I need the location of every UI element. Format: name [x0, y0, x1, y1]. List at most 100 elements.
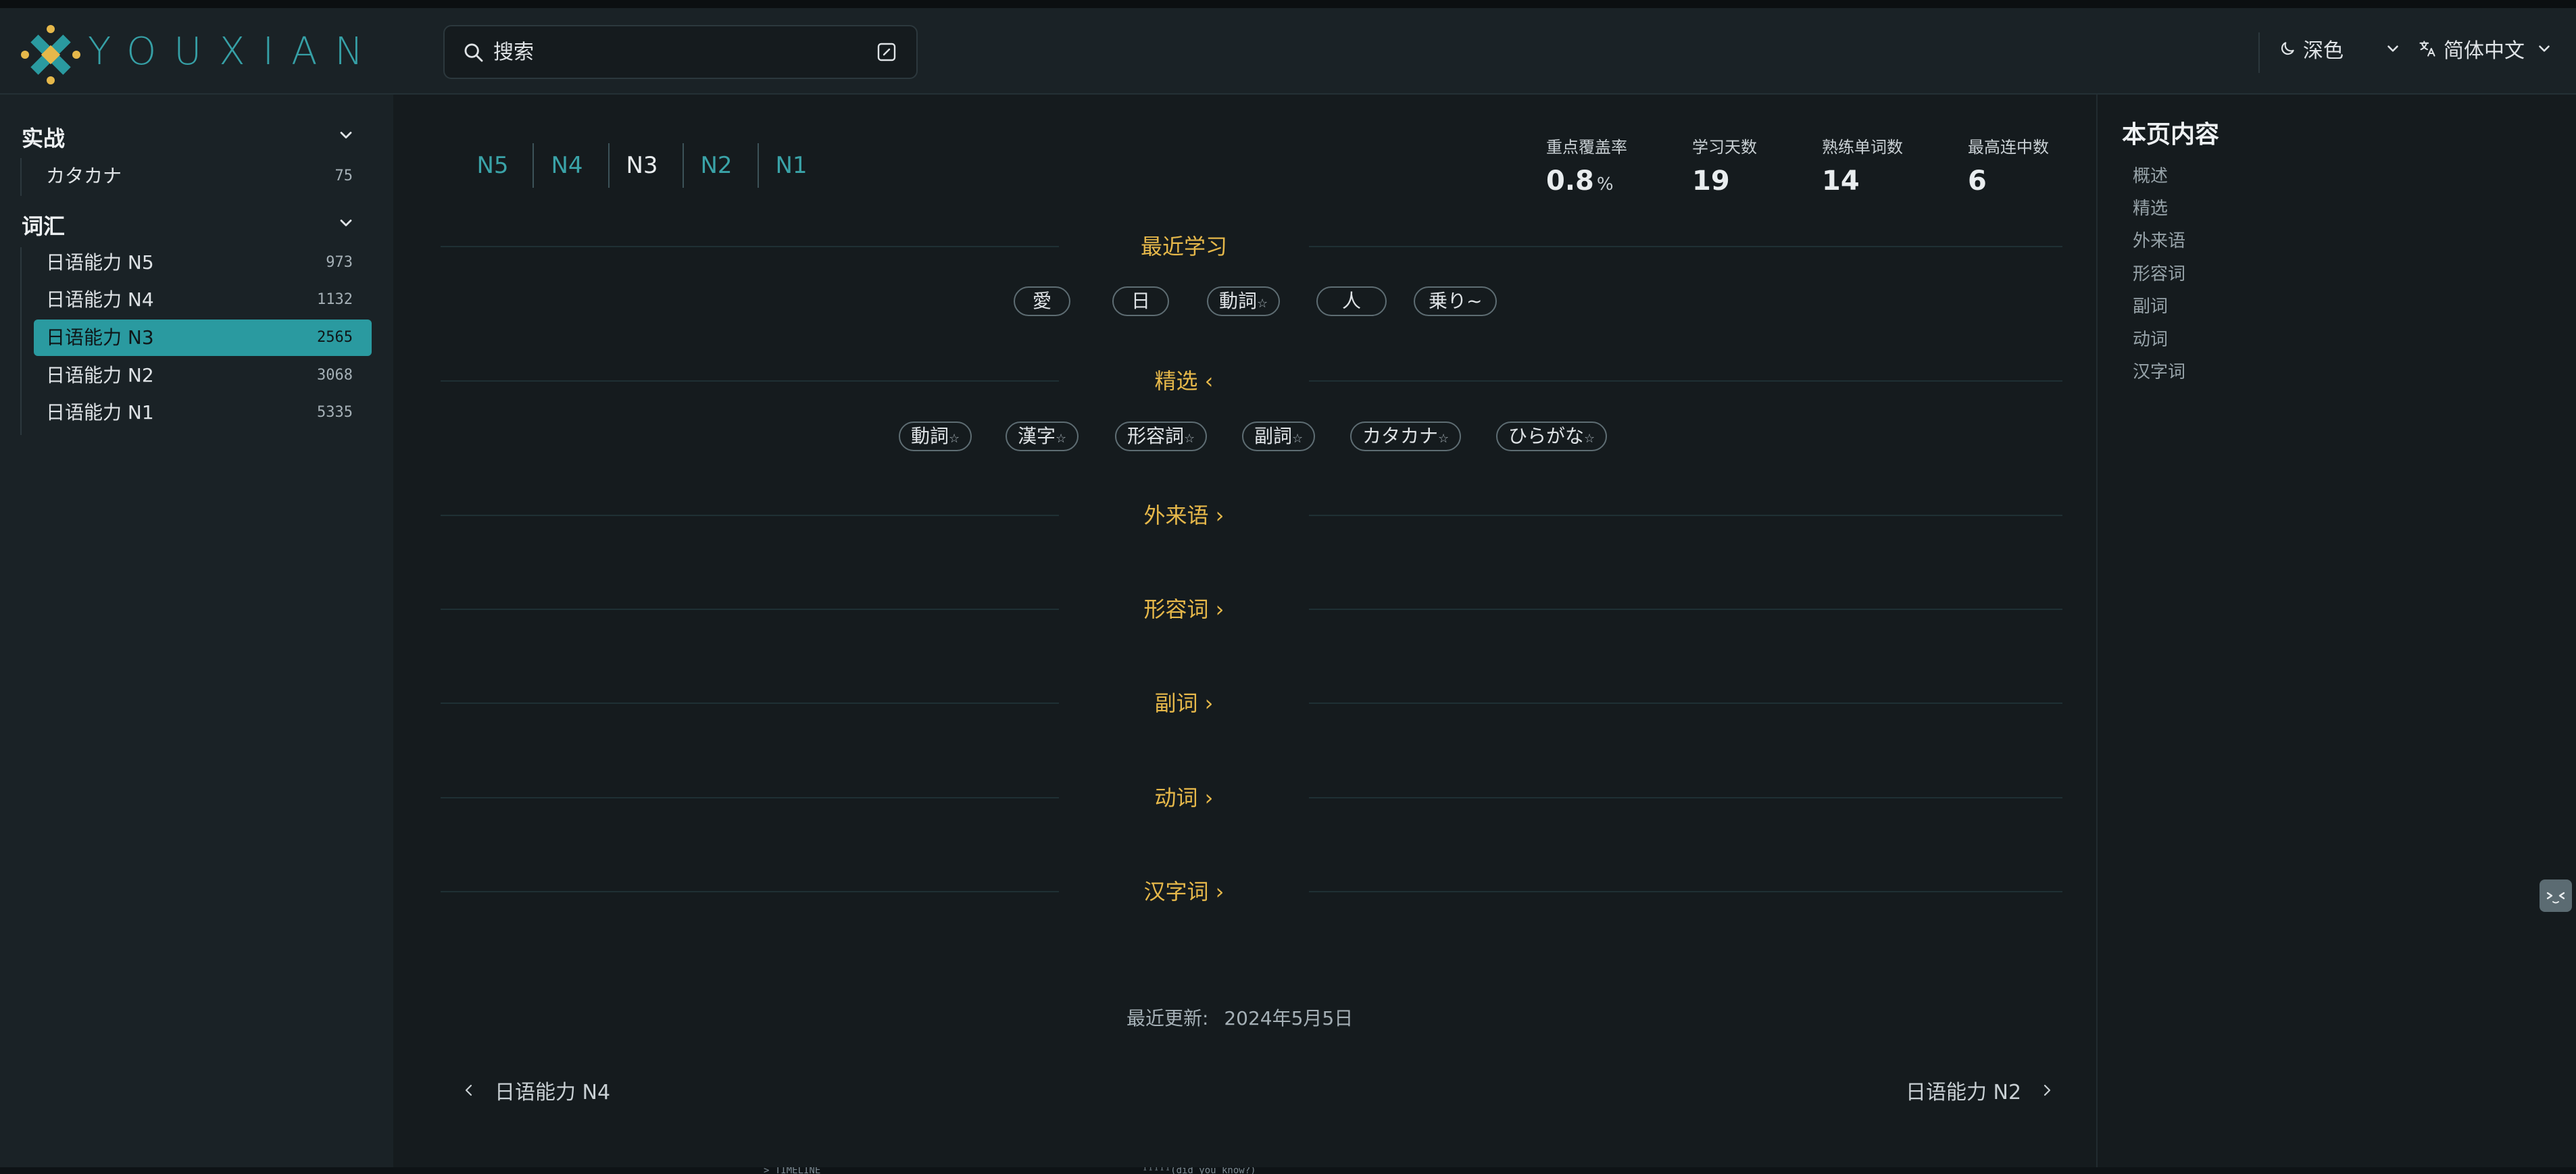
section-heading-featured[interactable]: 精选 ‹: [1059, 365, 1309, 397]
stat-value: 14: [1822, 165, 1860, 197]
next-page-label: 日语能力 N2: [1906, 1081, 2022, 1104]
main-content: N5 N4 N3 N2 N1 重点覆盖率 0.8% 学习天数 19 熟练单词数 …: [393, 95, 2096, 1167]
language-label: 简体中文: [2444, 39, 2525, 63]
chip-label: 乗り~: [1429, 290, 1483, 312]
floating-mascot-button[interactable]: [2540, 879, 2572, 912]
featured-chip[interactable]: 副詞☆: [1242, 422, 1316, 451]
sidebar-item-n2[interactable]: 日语能力 N2 3068: [34, 357, 372, 394]
stat-value: 6: [1968, 165, 1987, 197]
tab-n3[interactable]: N3: [618, 142, 666, 189]
sidebar-item-count: 2565: [317, 329, 353, 346]
recent-chip[interactable]: 愛: [1014, 286, 1071, 316]
bottom-fragment-text: ¹¹¹¹¹(did you know?): [1142, 1167, 1256, 1174]
toc-item-overview[interactable]: 概述: [2133, 162, 2168, 187]
section-heading-loanwords[interactable]: 外来语 ›: [1059, 499, 1309, 532]
youxian-logo-icon[interactable]: [20, 24, 81, 85]
section-heading-adjectives[interactable]: 形容词 ›: [1059, 593, 1309, 626]
bottom-fragment-text: > TIMELINE: [764, 1167, 821, 1174]
recent-chip[interactable]: 日: [1112, 286, 1170, 316]
toc-item-featured[interactable]: 精选: [2133, 195, 2168, 220]
recent-chip[interactable]: 動詞☆: [1207, 286, 1281, 316]
sidebar-item-n1[interactable]: 日语能力 N1 5335: [34, 394, 372, 431]
section-heading-kanji-words[interactable]: 汉字词 ›: [1059, 875, 1309, 908]
toc-item-adverbs[interactable]: 副词: [2133, 292, 2168, 317]
chevron-right-icon: [2044, 1084, 2051, 1096]
stat-value: 19: [1692, 165, 1730, 197]
chevron-down-icon[interactable]: [337, 213, 355, 232]
stat-value-row: 0.8%: [1546, 165, 1627, 197]
featured-chip[interactable]: 動詞☆: [899, 422, 972, 451]
recent-chip[interactable]: 乗り~: [1414, 286, 1497, 316]
language-switcher[interactable]: 简体中文: [2418, 22, 2553, 76]
toc-title: 本页内容: [2122, 121, 2220, 149]
section-heading-text: 外来语 ›: [1134, 503, 1234, 528]
featured-chip[interactable]: 形容詞☆: [1115, 422, 1208, 451]
chevron-left-icon: [465, 1084, 472, 1096]
theme-switcher[interactable]: 深色: [2279, 22, 2402, 76]
recent-chip[interactable]: 人: [1316, 286, 1387, 316]
chip-label: 動詞: [1219, 290, 1258, 312]
featured-chip[interactable]: カタカナ☆: [1350, 422, 1462, 451]
prev-page-label: 日语能力 N4: [495, 1081, 611, 1104]
sidebar-item-n4[interactable]: 日语能力 N4 1132: [34, 282, 372, 318]
section-heading-text: 副词 ›: [1145, 690, 1223, 716]
section-heading-text: 动词 ›: [1145, 785, 1223, 811]
stat-coverage: 重点覆盖率 0.8%: [1546, 134, 1627, 197]
keyboard-shortcut-icon: [877, 43, 896, 61]
stat-unit: %: [1596, 174, 1614, 195]
sidebar-item-n3[interactable]: 日语能力 N3 2565: [34, 320, 372, 356]
sidebar-item-n5[interactable]: 日语能力 N5 973: [34, 245, 372, 281]
search-icon: [464, 43, 483, 62]
stat-label: 熟练单词数: [1822, 138, 1903, 157]
left-sidebar: 实战 カタカナ 75 词汇 日语能力 N5 973 日语能力 N4 1132 日…: [0, 95, 393, 1167]
chip-label: 副詞: [1254, 425, 1293, 447]
tab-n1[interactable]: N1: [768, 142, 815, 189]
section-heading-recent: 最近学习: [1059, 230, 1309, 263]
section-heading-verbs[interactable]: 动词 ›: [1059, 782, 1309, 814]
section-heading-text: 汉字词 ›: [1134, 879, 1234, 904]
last-updated: 最近更新: 2024年5月5日: [1126, 1004, 1353, 1031]
star-icon: ☆: [1184, 432, 1195, 446]
stat-label: 重点覆盖率: [1546, 138, 1627, 157]
prev-page-link[interactable]: 日语能力 N4: [461, 1075, 610, 1105]
chip-label: 日: [1131, 290, 1151, 312]
chevron-down-icon[interactable]: [337, 126, 355, 145]
sidebar-section-title[interactable]: 词汇: [22, 209, 65, 240]
sidebar-item-label: 日语能力 N4: [46, 288, 154, 311]
stat-label: 学习天数: [1692, 138, 1757, 157]
toc-item-adjectives[interactable]: 形容词: [2133, 260, 2185, 285]
chip-label: 漢字: [1018, 425, 1056, 447]
sidebar-item-label: 日语能力 N5: [46, 251, 154, 274]
toc-item-loanwords[interactable]: 外来语: [2133, 227, 2185, 252]
toc-item-verbs[interactable]: 动词: [2133, 326, 2168, 351]
tab-separator: [532, 143, 534, 188]
stat-study-days: 学习天数 19: [1692, 134, 1757, 197]
tab-n2[interactable]: N2: [693, 142, 740, 189]
star-icon: ☆: [949, 432, 960, 446]
sidebar-item-label: 日语能力 N3: [46, 326, 154, 349]
sidebar-section-title[interactable]: 实战: [22, 122, 65, 153]
featured-chip[interactable]: ひらがな☆: [1496, 422, 1608, 451]
section-heading-text: 最近学习: [1131, 234, 1237, 259]
chip-label: 愛: [1033, 290, 1052, 312]
sidebar-indent-line: [20, 158, 22, 196]
tab-separator: [683, 143, 684, 188]
last-updated-label: 最近更新:: [1126, 1007, 1209, 1029]
tab-n4[interactable]: N4: [543, 142, 591, 189]
section-heading-adverbs[interactable]: 副词 ›: [1059, 687, 1309, 719]
tab-n5[interactable]: N5: [469, 142, 516, 189]
sidebar-item-count: 973: [326, 254, 353, 271]
table-of-contents: 本页内容 概述 精选 外来语 形容词 副词 动词 汉字词: [2096, 95, 2576, 1167]
next-page-link[interactable]: 日语能力 N2: [1906, 1075, 2055, 1105]
featured-chip[interactable]: 漢字☆: [1006, 422, 1079, 451]
chip-label: 人: [1342, 290, 1362, 312]
section-heading-text: 精选 ‹: [1145, 368, 1223, 394]
top-navbar: YOUXIAN 搜索 深色 简体中文: [0, 8, 2576, 95]
sidebar-item-count: 75: [335, 168, 353, 184]
chip-label: カタカナ: [1362, 425, 1439, 447]
sidebar-item-count: 5335: [317, 404, 353, 421]
search-box[interactable]: 搜索: [443, 25, 918, 79]
sidebar-item-katakana[interactable]: カタカナ 75: [34, 158, 372, 195]
toc-item-kanji-words[interactable]: 汉字词: [2133, 358, 2185, 383]
brand-name[interactable]: YOUXIAN: [88, 28, 380, 76]
